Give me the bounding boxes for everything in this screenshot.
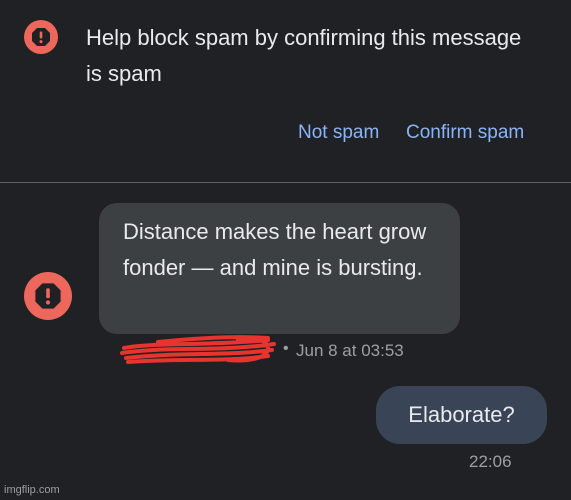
watermark: imgflip.com xyxy=(4,484,60,496)
outgoing-message-text: Elaborate? xyxy=(408,402,515,427)
incoming-timestamp: Jun 8 at 03:53 xyxy=(296,341,404,360)
redacted-sender-scribble xyxy=(120,335,276,364)
meta-separator: • xyxy=(283,340,289,357)
confirm-spam-button[interactable]: Confirm spam xyxy=(406,122,524,144)
spam-warning-icon xyxy=(24,272,72,320)
incoming-message-bubble[interactable]: Distance makes the heart grow fonder — a… xyxy=(99,203,460,334)
incoming-message-text: Distance makes the heart grow fonder — a… xyxy=(123,219,427,280)
outgoing-timestamp: 22:06 xyxy=(469,452,512,471)
warning-icon xyxy=(24,20,58,54)
outgoing-message-bubble[interactable]: Elaborate? xyxy=(376,386,547,444)
divider xyxy=(0,182,571,183)
not-spam-button[interactable]: Not spam xyxy=(298,122,379,144)
spam-banner-message: Help block spam by confirming this messa… xyxy=(86,25,522,86)
